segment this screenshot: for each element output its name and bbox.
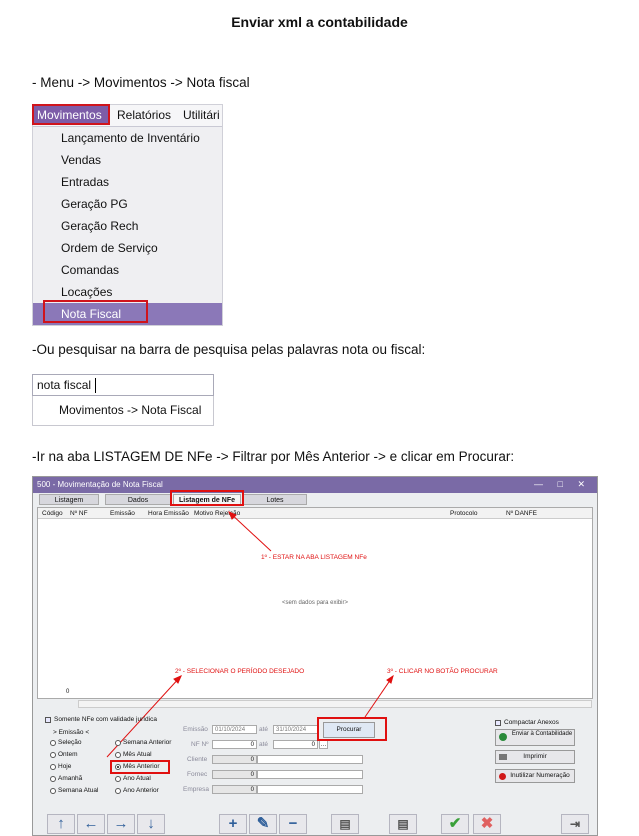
empresa-label: Empresa	[183, 786, 210, 793]
close-icon[interactable]: ✖	[473, 814, 501, 834]
cancel-icon	[499, 773, 506, 780]
radio-ano-atual[interactable]	[115, 776, 121, 782]
empresa-name-field[interactable]	[257, 785, 363, 794]
radio-label: Ano Anterior	[123, 787, 159, 794]
emissao-group-label: > Emissão <	[53, 729, 90, 736]
valid-only-checkbox[interactable]	[45, 717, 51, 723]
bottom-toolbar: ↑ ← → ↓ + ✎ − ▤ ▤ ✔ ✖ ⇥	[33, 811, 597, 835]
menu-screenshot: Movimentos Relatórios Utilitári Lançamen…	[32, 104, 223, 326]
radio-amanha[interactable]	[50, 776, 56, 782]
menu-item[interactable]: Vendas	[61, 153, 101, 167]
highlight-box	[43, 300, 148, 323]
radio-mes-atual[interactable]	[115, 752, 121, 758]
ate-label: até	[259, 741, 269, 748]
app-window: 500 - Movimentação de Nota Fiscal — □ ✕ …	[32, 476, 598, 836]
arrow-left-icon[interactable]: ←	[77, 814, 105, 834]
menu-item[interactable]: Ordem de Serviço	[61, 241, 158, 255]
radio-selecao[interactable]	[50, 740, 56, 746]
menu-item[interactable]: Locações	[61, 285, 112, 299]
radio-label: Ano Atual	[123, 775, 151, 782]
menu-item[interactable]: Lançamento de Inventário	[61, 131, 200, 145]
text-caret	[95, 378, 96, 393]
minus-icon[interactable]: −	[279, 814, 307, 834]
send-label: Enviar à Contabilidade	[511, 731, 573, 737]
doc-icon[interactable]: ▤	[331, 814, 359, 834]
menu-item[interactable]: Comandas	[61, 263, 119, 277]
fornec-label: Fornec	[187, 771, 208, 778]
exit-icon[interactable]: ⇥	[561, 814, 589, 834]
ellipsis-button[interactable]: …	[319, 740, 328, 749]
pencil-icon[interactable]: ✎	[249, 814, 277, 834]
arrow-up-icon[interactable]: ↑	[47, 814, 75, 834]
arrow-line-3	[364, 675, 394, 718]
nf-to-field[interactable]: 0	[273, 740, 318, 749]
menu-item[interactable]: Geração PG	[61, 197, 128, 211]
step2-text: -Ou pesquisar na barra de pesquisa pelas…	[32, 342, 426, 357]
emissao-to-field[interactable]: 31/10/2024	[273, 725, 318, 734]
arrow-right-icon[interactable]: →	[107, 814, 135, 834]
check-icon[interactable]: ✔	[441, 814, 469, 834]
valid-only-label: Somente NFe com validade jurídica	[54, 716, 157, 723]
suggestion-label: Movimentos -> Nota Fiscal	[59, 403, 202, 417]
nf-from-field[interactable]: 0	[212, 740, 257, 749]
doc-search-icon[interactable]: ▤	[389, 814, 417, 834]
arrow-down-icon[interactable]: ↓	[137, 814, 165, 834]
invalidate-button[interactable]: Inutilizar Numeração	[495, 769, 575, 783]
arrow-head-3	[386, 674, 394, 684]
radio-label: Semana Atual	[58, 787, 99, 794]
globe-icon	[499, 733, 507, 741]
document-title: Enviar xml a contabilidade	[231, 14, 408, 30]
compactar-checkbox[interactable]	[495, 720, 501, 726]
radio-hoje[interactable]	[50, 764, 56, 770]
ate-label: até	[259, 726, 269, 733]
fornec-name-field[interactable]	[257, 770, 363, 779]
annotation-box-period	[110, 760, 170, 774]
radio-label: Ontem	[58, 751, 78, 758]
emissao-label: Emissão	[183, 726, 208, 733]
menu-item[interactable]: Geração Rech	[61, 219, 138, 233]
search-value: nota fiscal	[37, 378, 92, 392]
menu-bar-utilitarios[interactable]: Utilitári	[183, 108, 220, 122]
compactar-label: Compactar Anexos	[504, 719, 559, 726]
cliente-label: Cliente	[187, 756, 208, 763]
arrow-line-1	[228, 511, 272, 552]
radio-label: Amanhã	[58, 775, 83, 782]
annotation-box-search	[317, 717, 387, 741]
emissao-from-field[interactable]: 01/10/2024	[212, 725, 257, 734]
cliente-code-field[interactable]: 0	[212, 755, 257, 764]
step1-text: - Menu -> Movimentos -> Nota fiscal	[32, 75, 250, 90]
radio-label: Hoje	[58, 763, 72, 770]
radio-ano-anterior[interactable]	[115, 788, 121, 794]
search-suggestion[interactable]: Movimentos -> Nota Fiscal	[32, 396, 214, 426]
menu-item[interactable]: Entradas	[61, 175, 109, 189]
send-accountant-button[interactable]: Enviar à Contabilidade	[495, 729, 575, 746]
nf-label: NF Nº	[191, 741, 209, 748]
fornec-code-field[interactable]: 0	[212, 770, 257, 779]
step3-text: -Ir na aba LISTAGEM DE NFe -> Filtrar po…	[32, 449, 515, 464]
radio-ontem[interactable]	[50, 752, 56, 758]
invalidate-label: Inutilizar Numeração	[510, 772, 570, 779]
print-label: Imprimir	[523, 753, 547, 760]
printer-icon	[499, 754, 507, 760]
radio-label: Mês Atual	[123, 751, 152, 758]
menu-bar: Movimentos Relatórios Utilitári	[32, 104, 222, 127]
radio-label: Semana Anterior	[123, 739, 172, 746]
radio-semana-atual[interactable]	[50, 788, 56, 794]
radio-semana-anterior[interactable]	[115, 740, 121, 746]
menu-bar-movimentos[interactable]: Movimentos	[37, 108, 102, 122]
cliente-name-field[interactable]	[257, 755, 363, 764]
print-button[interactable]: Imprimir	[495, 750, 575, 764]
search-input[interactable]: nota fiscal	[32, 374, 214, 396]
empresa-code-field[interactable]: 0	[212, 785, 257, 794]
plus-icon[interactable]: +	[219, 814, 247, 834]
radio-label: Seleção	[58, 739, 82, 746]
menu-bar-relatorios[interactable]: Relatórios	[117, 108, 171, 122]
